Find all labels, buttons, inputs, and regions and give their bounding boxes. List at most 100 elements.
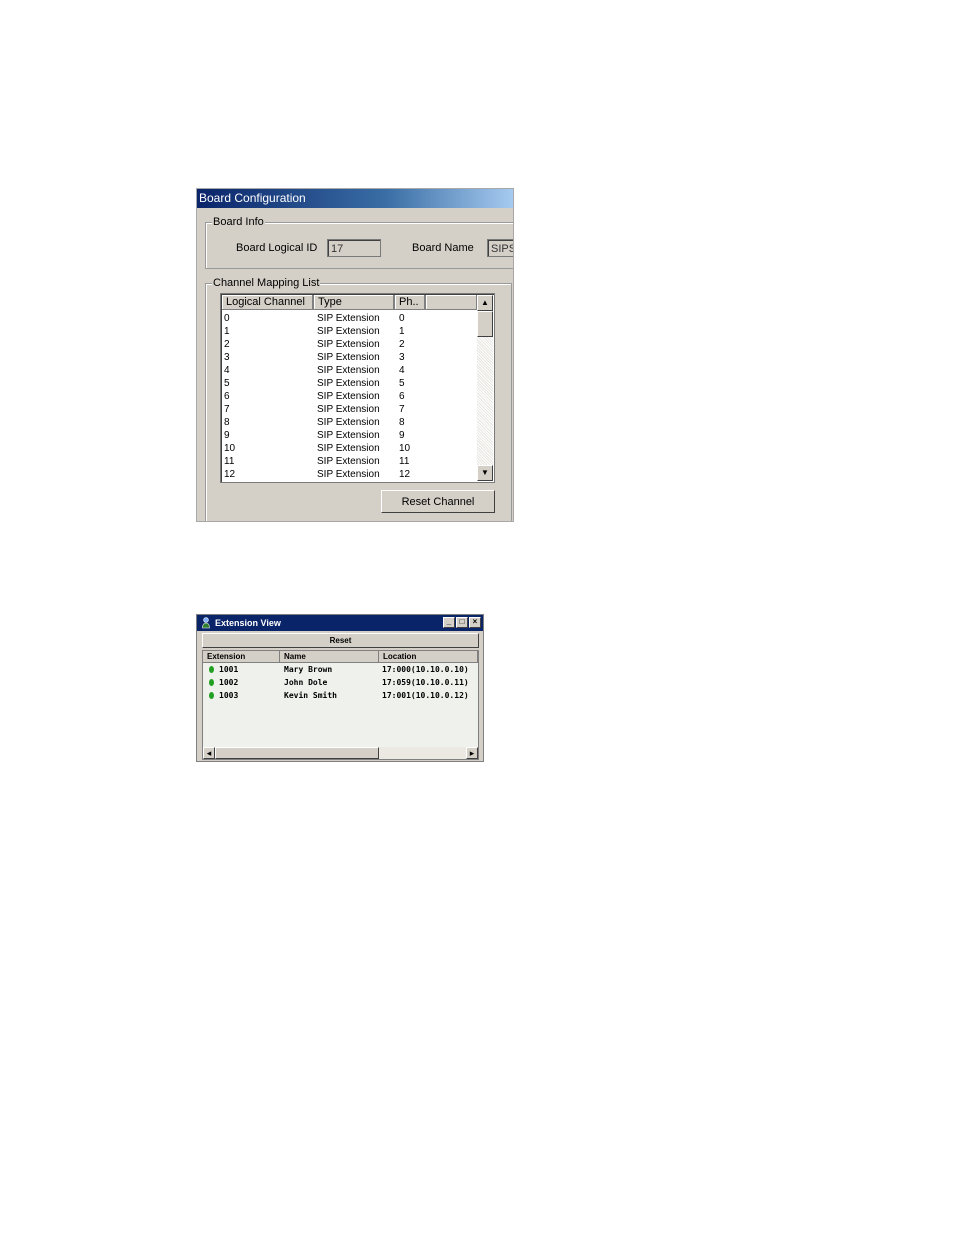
extension-view-window: Extension View _ □ × Reset Extension Nam… [196,614,484,762]
list-rows: 0 SIP Extension 0 1 SIP Extension 1 2 SIP Ext… [224,312,476,481]
scroll-thumb[interactable] [477,311,493,337]
table-row[interactable]: 4 SIP Extension 4 [224,364,476,377]
ph-cell: 12 [399,469,411,480]
logical-channel-cell: 0 [224,313,230,324]
name-cell: Mary Brown [284,665,333,674]
minimize-icon[interactable]: _ [443,617,455,628]
logical-channel-cell: 1 [224,326,230,337]
table-row[interactable]: 11 SIP Extension 11 [224,455,476,468]
table-row[interactable]: 10 SIP Extension 10 [224,442,476,455]
maximize-icon[interactable]: □ [456,617,468,628]
table-row[interactable]: 7 SIP Extension 7 [224,403,476,416]
table-row[interactable]: 8 SIP Extension 8 [224,416,476,429]
board-info-legend: Board Info [212,215,265,229]
table-row[interactable]: 1 SIP Extension 1 [224,325,476,338]
window-title: Extension View [215,618,281,628]
column-header-filler [426,295,478,310]
type-cell: SIP Extension [317,456,380,467]
grid-header: Extension Name Location [203,651,478,663]
channel-mapping-legend: Channel Mapping List [212,276,321,290]
logical-channel-cell: 6 [224,391,230,402]
board-configuration-window: Board Configuration Board Info Board Log… [196,188,514,522]
table-row[interactable]: 12 SIP Extension 12 [224,468,476,481]
phone-person-icon [202,617,210,629]
reset-button[interactable]: Reset [202,633,479,648]
board-name-label: Board Name [412,242,474,254]
ph-cell: 3 [399,352,405,363]
location-cell: 17:059(10.10.0.11) [382,678,469,687]
ph-cell: 11 [399,456,410,467]
ph-cell: 2 [399,339,405,350]
type-cell: SIP Extension [317,339,380,350]
type-cell: SIP Extension [317,430,380,441]
logical-channel-cell: 2 [224,339,230,350]
column-header-location[interactable]: Location [379,651,478,663]
board-logical-id-field[interactable]: 17 [327,239,381,257]
extension-view-titlebar: Extension View _ □ × [197,615,483,631]
extension-cell: 1003 [219,691,239,700]
column-header-extension[interactable]: Extension [203,651,280,663]
type-cell: SIP Extension [317,326,380,337]
vertical-scrollbar[interactable]: ▲ ▼ [477,295,493,481]
logical-channel-cell: 10 [224,443,236,454]
extension-cell: 1001 [219,665,239,674]
status-online-icon [209,692,214,699]
board-info-group: Board Info Board Logical ID 17 Board Nam… [205,215,513,269]
column-header-name[interactable]: Name [280,651,379,663]
type-cell: SIP Extension [317,417,380,428]
location-cell: 17:000(10.10.0.10) [382,665,469,674]
scroll-left-arrow-icon[interactable]: ◂ [203,747,215,759]
ph-cell: 6 [399,391,405,402]
logical-channel-cell: 11 [224,456,235,467]
type-cell: SIP Extension [317,313,380,324]
table-row[interactable]: 2 SIP Extension 2 [224,338,476,351]
scroll-down-arrow-icon[interactable]: ▼ [477,465,493,481]
ph-cell: 9 [399,430,405,441]
scroll-right-arrow-icon[interactable]: ▸ [466,747,478,759]
table-row[interactable]: 6 SIP Extension 6 [224,390,476,403]
name-cell: John Dole [284,678,328,687]
scroll-up-arrow-icon[interactable]: ▲ [477,295,493,311]
type-cell: SIP Extension [317,391,380,402]
logical-channel-cell: 12 [224,469,236,480]
table-row[interactable]: 9 SIP Extension 9 [224,429,476,442]
board-name-field[interactable]: SIPSI [487,239,513,257]
reset-channel-button[interactable]: Reset Channel [381,490,495,513]
scroll-thumb[interactable] [215,747,379,759]
column-header-type[interactable]: Type [314,295,395,310]
logical-channel-cell: 8 [224,417,230,428]
table-row[interactable]: 1003 Kevin Smith 17:001(10.10.0.12) [203,689,478,702]
ph-cell: 5 [399,378,405,389]
channel-mapping-list[interactable]: Logical Channel Type Ph.. 0 SIP Extension… [220,293,495,483]
ph-cell: 0 [399,313,405,324]
extension-grid[interactable]: Extension Name Location 1001 Mary Brown … [202,650,479,760]
status-online-icon [209,666,214,673]
type-cell: SIP Extension [317,365,380,376]
ph-cell: 10 [399,443,411,454]
logical-channel-cell: 4 [224,365,230,376]
location-cell: 17:001(10.10.0.12) [382,691,469,700]
window-title: Board Configuration [197,189,513,208]
table-row[interactable]: 3 SIP Extension 3 [224,351,476,364]
logical-channel-cell: 9 [224,430,230,441]
horizontal-scrollbar[interactable]: ◂ ▸ [203,747,478,759]
logical-channel-cell: 5 [224,378,230,389]
type-cell: SIP Extension [317,443,380,454]
status-online-icon [209,679,214,686]
board-logical-id-label: Board Logical ID [236,242,318,254]
name-cell: Kevin Smith [284,691,337,700]
ph-cell: 1 [399,326,405,337]
list-header: Logical Channel Type Ph.. [222,295,478,310]
close-icon[interactable]: × [469,617,481,628]
table-row[interactable]: 5 SIP Extension 5 [224,377,476,390]
ph-cell: 8 [399,417,405,428]
column-header-ph[interactable]: Ph.. [395,295,426,310]
type-cell: SIP Extension [317,378,380,389]
table-row[interactable]: 1002 John Dole 17:059(10.10.0.11) [203,676,478,689]
ph-cell: 7 [399,404,405,415]
table-row[interactable]: 1001 Mary Brown 17:000(10.10.0.10) [203,663,478,676]
type-cell: SIP Extension [317,469,380,480]
extension-cell: 1002 [219,678,239,687]
column-header-logical-channel[interactable]: Logical Channel [222,295,314,310]
table-row[interactable]: 0 SIP Extension 0 [224,312,476,325]
